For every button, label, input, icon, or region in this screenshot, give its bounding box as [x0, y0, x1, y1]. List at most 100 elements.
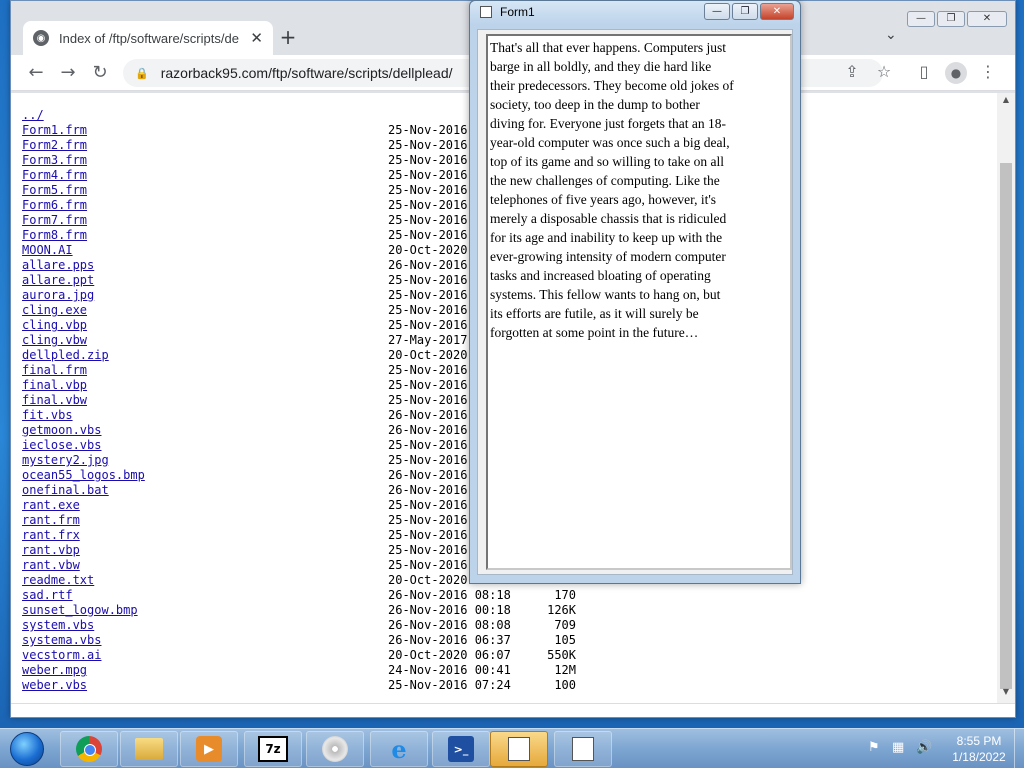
file-link[interactable]: cling.exe	[22, 303, 87, 317]
file-link[interactable]: allare.ppt	[22, 273, 94, 287]
file-row: final.frm 25-Nov-2016	[22, 363, 467, 378]
window-icon	[508, 737, 530, 761]
file-link[interactable]: rant.vbw	[22, 558, 80, 572]
file-link[interactable]: Form5.frm	[22, 183, 87, 197]
form1-minimize-button[interactable]: —	[704, 3, 730, 20]
minimize-button[interactable]: —	[907, 11, 935, 27]
scroll-down-arrow-icon[interactable]: ▼	[997, 687, 1015, 701]
file-link[interactable]: ieclose.vbs	[22, 438, 101, 452]
file-link[interactable]: weber.vbs	[22, 678, 87, 692]
taskbar-ie-button[interactable]: e	[370, 731, 428, 767]
taskbar-explorer-button[interactable]	[120, 731, 178, 767]
horizontal-scrollbar[interactable]	[11, 703, 1015, 717]
file-link[interactable]: allare.pps	[22, 258, 94, 272]
file-link[interactable]: Form7.frm	[22, 213, 87, 227]
bookmark-star-icon[interactable]: ☆	[873, 62, 895, 81]
start-button[interactable]	[4, 731, 52, 767]
browser-tab[interactable]: ◉ Index of /ftp/software/scripts/dellple…	[23, 21, 273, 55]
parent-directory-link[interactable]: ../	[22, 108, 44, 122]
file-date: 26-Nov-2016 00:18	[388, 603, 511, 617]
file-link[interactable]: Form1.frm	[22, 123, 87, 137]
file-link[interactable]: system.vbs	[22, 618, 94, 632]
file-link[interactable]: rant.frm	[22, 513, 80, 527]
file-link[interactable]: rant.frx	[22, 528, 80, 542]
file-link[interactable]: cling.vbw	[22, 333, 87, 347]
file-date: 26-Nov-2016	[388, 483, 468, 497]
file-link[interactable]: final.frm	[22, 363, 87, 377]
file-link[interactable]: Form6.frm	[22, 198, 87, 212]
taskbar-7zip-button[interactable]: 7z	[244, 731, 302, 767]
file-date: 26-Nov-2016 08:08	[388, 618, 511, 632]
form1-close-button[interactable]: ✕	[760, 3, 794, 20]
action-center-flag-icon[interactable]: ⚑	[868, 740, 880, 755]
file-link[interactable]: rant.vbp	[22, 543, 80, 557]
close-button[interactable]: ✕	[967, 11, 1007, 27]
file-link[interactable]: onefinal.bat	[22, 483, 109, 497]
url-text[interactable]: razorback95.com/ftp/software/scripts/del…	[161, 65, 453, 81]
taskbar-form1-button[interactable]	[490, 731, 548, 767]
file-link[interactable]: weber.mpg	[22, 663, 87, 677]
file-link[interactable]: final.vbw	[22, 393, 87, 407]
show-desktop-button[interactable]	[1014, 729, 1024, 768]
file-size: 170	[554, 588, 576, 602]
file-link[interactable]: Form8.frm	[22, 228, 87, 242]
file-row: Form2.frm 25-Nov-2016	[22, 138, 467, 153]
file-link[interactable]: Form4.frm	[22, 168, 87, 182]
file-size: 100	[554, 678, 576, 692]
form1-text: That's all that ever happens. Computers …	[490, 40, 734, 340]
file-link[interactable]: getmoon.vbs	[22, 423, 101, 437]
new-tab-button[interactable]: +	[275, 25, 301, 51]
maximize-button[interactable]: ❐	[937, 11, 965, 27]
taskbar-powershell-button[interactable]: >_	[432, 731, 490, 767]
taskbar-cd-player-button[interactable]	[306, 731, 364, 767]
file-row: Form3.frm 25-Nov-2016	[22, 153, 467, 168]
menu-kebab-icon[interactable]: ⋮	[977, 62, 999, 81]
clock[interactable]: 8:55 PM 1/18/2022	[944, 733, 1014, 765]
share-icon[interactable]: ⇪	[841, 62, 863, 81]
file-link[interactable]: cling.vbp	[22, 318, 87, 332]
reload-icon[interactable]: ↻	[89, 62, 111, 84]
scroll-up-arrow-icon[interactable]: ▲	[997, 95, 1015, 109]
file-link[interactable]: rant.exe	[22, 498, 80, 512]
windows-logo-icon	[10, 732, 44, 766]
volume-icon[interactable]: 🔊	[916, 740, 932, 755]
form1-maximize-button[interactable]: ❐	[732, 3, 758, 20]
form1-titlebar[interactable]: Form1 — ❐ ✕	[470, 1, 800, 25]
side-panel-icon[interactable]: ▯	[913, 62, 935, 81]
file-link[interactable]: vecstorm.ai	[22, 648, 101, 662]
file-link[interactable]: dellpled.zip	[22, 348, 109, 362]
profile-avatar-icon[interactable]: ●	[945, 62, 967, 84]
form1-textbox[interactable]: That's all that ever happens. Computers …	[486, 34, 792, 570]
file-size: 12M	[554, 663, 576, 677]
file-link[interactable]: fit.vbs	[22, 408, 73, 422]
file-row: final.vbp 25-Nov-2016	[22, 378, 467, 393]
tab-search-chevron-icon[interactable]: ⌄	[885, 27, 897, 43]
file-link[interactable]: final.vbp	[22, 378, 87, 392]
file-link[interactable]: sad.rtf	[22, 588, 73, 602]
forward-arrow-icon[interactable]: →	[57, 62, 79, 84]
vertical-scrollbar[interactable]: ▲ ▼	[997, 93, 1015, 703]
file-date: 20-Oct-2020	[388, 243, 468, 257]
file-link[interactable]: aurora.jpg	[22, 288, 94, 302]
globe-icon: ◉	[33, 30, 49, 46]
taskbar-window-button[interactable]	[554, 731, 612, 767]
taskbar-chrome-button[interactable]	[60, 731, 118, 767]
file-date: 25-Nov-2016	[388, 153, 468, 167]
cd-icon	[322, 736, 348, 762]
taskbar-media-player-button[interactable]: ▶	[180, 731, 238, 767]
network-icon[interactable]: ▦	[892, 740, 904, 755]
media-player-icon: ▶	[196, 736, 222, 762]
file-link[interactable]: Form2.frm	[22, 138, 87, 152]
file-date: 25-Nov-2016	[388, 288, 468, 302]
file-link[interactable]: systema.vbs	[22, 633, 101, 647]
file-row: rant.vbp 25-Nov-2016	[22, 543, 467, 558]
file-link[interactable]: mystery2.jpg	[22, 453, 109, 467]
file-link[interactable]: ocean55_logos.bmp	[22, 468, 145, 482]
tab-close-icon[interactable]: ✕	[250, 29, 263, 47]
scroll-thumb[interactable]	[1000, 163, 1012, 689]
file-link[interactable]: readme.txt	[22, 573, 94, 587]
file-link[interactable]: Form3.frm	[22, 153, 87, 167]
file-link[interactable]: MOON.AI	[22, 243, 73, 257]
back-arrow-icon[interactable]: ←	[25, 62, 47, 84]
file-link[interactable]: sunset_logow.bmp	[22, 603, 138, 617]
